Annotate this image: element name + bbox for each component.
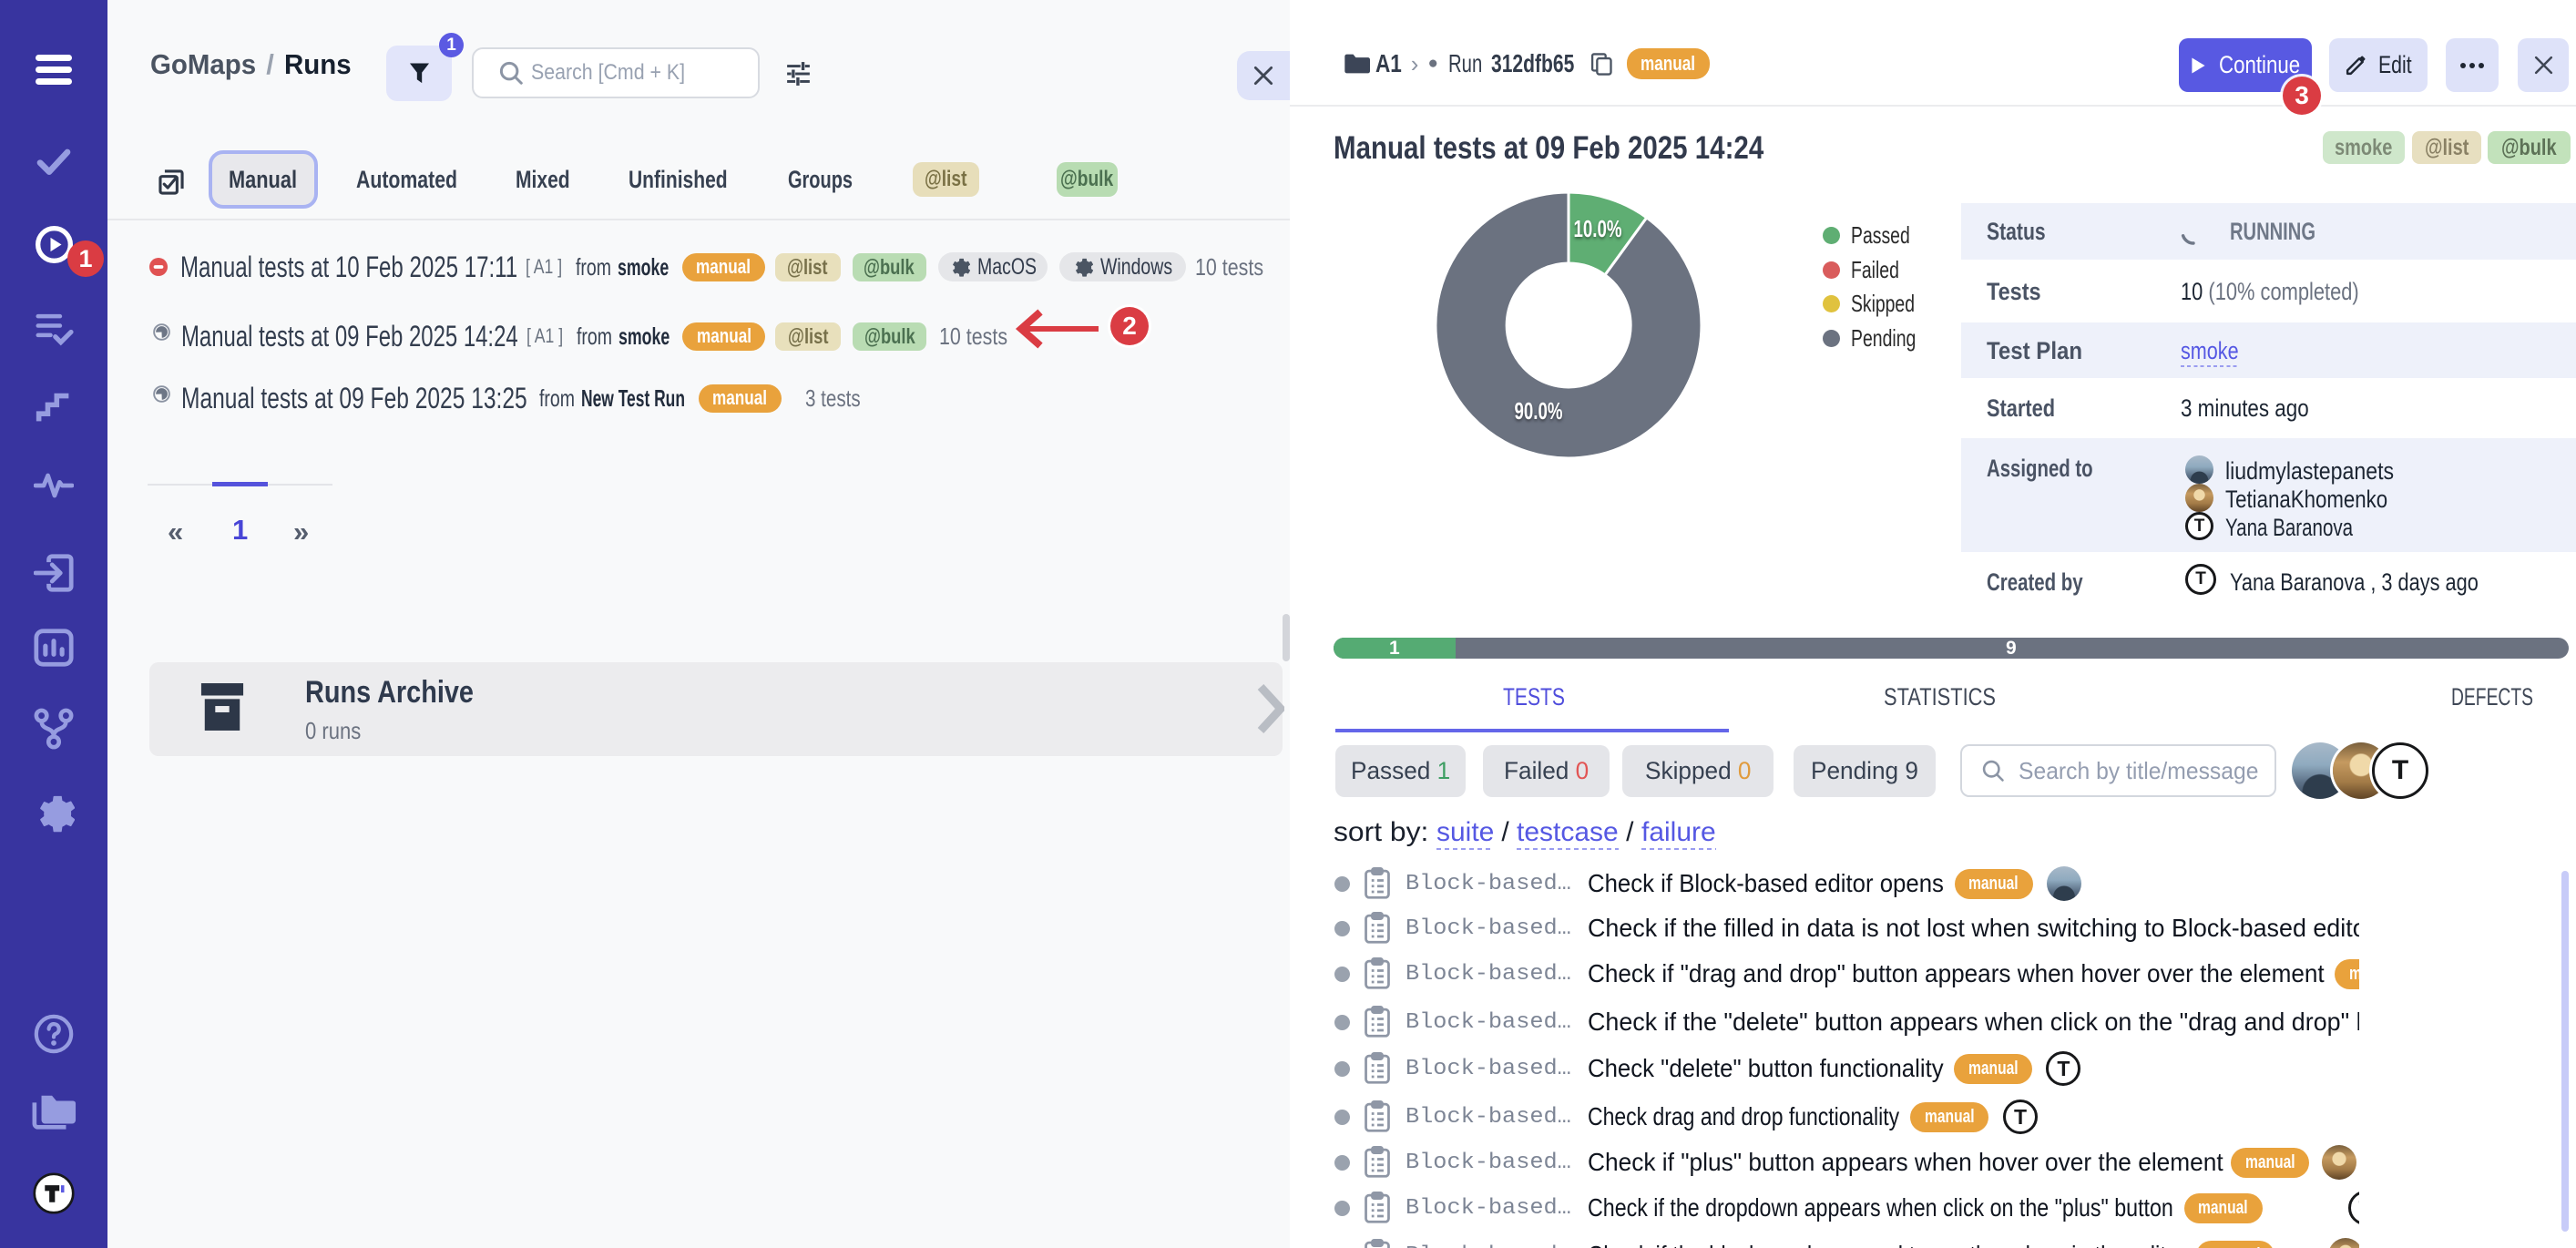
svg-text:90.0%: 90.0% — [1515, 397, 1563, 425]
svg-text:10.0%: 10.0% — [1574, 215, 1622, 242]
